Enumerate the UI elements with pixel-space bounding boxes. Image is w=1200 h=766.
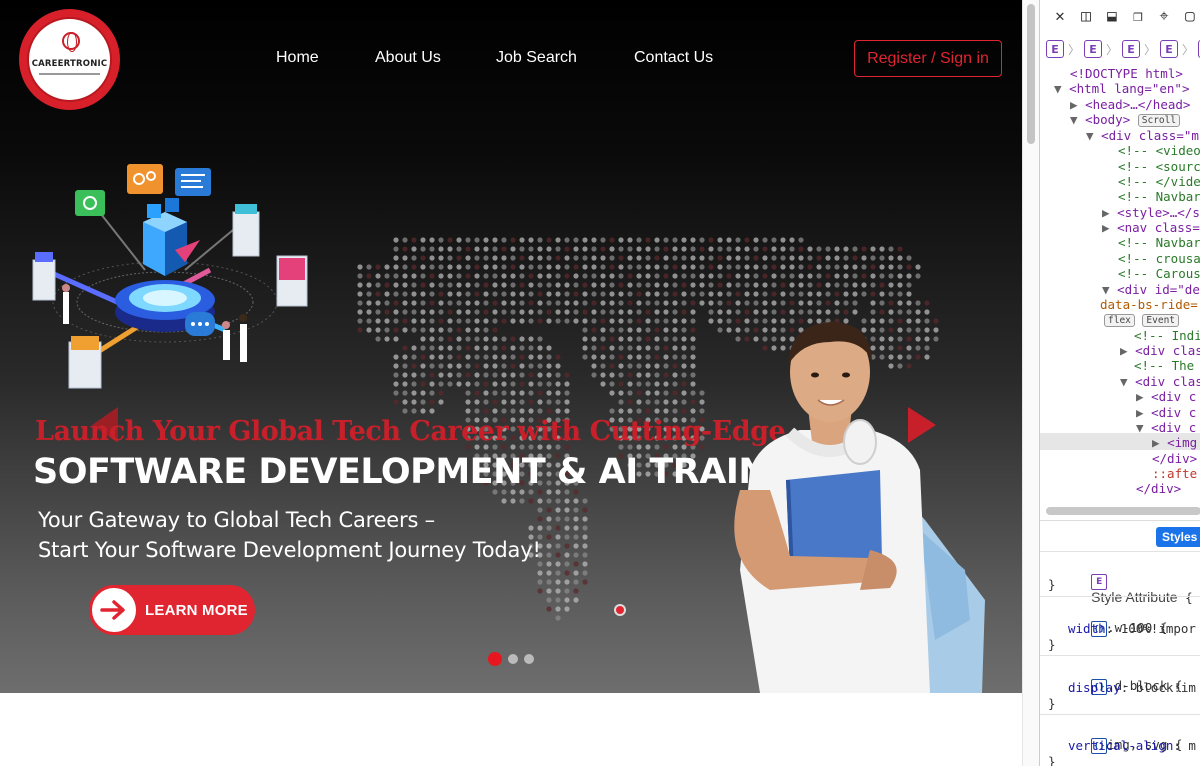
- close-icon[interactable]: ✕: [1050, 8, 1070, 24]
- hero-headline-top: Launch Your Global Tech Career with Cutt…: [35, 416, 786, 447]
- learn-more-button[interactable]: LEARN MORE: [89, 585, 255, 635]
- breadcrumb-element[interactable]: E: [1160, 40, 1178, 58]
- dom-comment[interactable]: <!-- Navbar: [1118, 235, 1200, 250]
- rule-divider: [1040, 596, 1200, 597]
- logo-badge: CAREERTRONIC: [27, 17, 112, 102]
- device-icon[interactable]: ▢: [1180, 8, 1200, 24]
- tab-styles[interactable]: Styles: [1156, 527, 1200, 547]
- dom-tree-hscrollbar[interactable]: [1046, 507, 1200, 515]
- dom-comment[interactable]: <!-- Carous: [1118, 266, 1200, 281]
- breadcrumb-element[interactable]: E: [1046, 40, 1064, 58]
- dom-node[interactable]: ▼ <div clas: [1120, 374, 1200, 389]
- panel-divider[interactable]: [1040, 520, 1200, 521]
- dock-left-icon[interactable]: ◫: [1076, 8, 1096, 24]
- dom-node[interactable]: ▼ <div c: [1136, 420, 1196, 435]
- page-scrollbar[interactable]: [1022, 0, 1039, 766]
- logo[interactable]: CAREERTRONIC: [19, 9, 120, 110]
- dock-bottom-icon[interactable]: ⬓: [1102, 8, 1122, 24]
- page-scrollbar-thumb[interactable]: [1027, 4, 1035, 144]
- style-declaration[interactable]: vertical-align: m: [1068, 738, 1196, 753]
- nav-contact-us[interactable]: Contact Us: [634, 49, 713, 67]
- rule-close-brace: }: [1048, 577, 1056, 592]
- map-location-pin: [614, 604, 626, 616]
- rule-close-brace: }: [1048, 696, 1056, 711]
- breadcrumb-element[interactable]: E: [1084, 40, 1102, 58]
- element-icon: E: [1091, 574, 1108, 590]
- undock-icon[interactable]: ❐: [1128, 8, 1148, 24]
- register-signin-button[interactable]: Register / Sign in: [854, 40, 1002, 77]
- dom-node[interactable]: </div>: [1136, 481, 1181, 496]
- dom-node[interactable]: ▶ <div clas: [1120, 343, 1200, 358]
- style-declaration[interactable]: display: block!im: [1068, 680, 1196, 695]
- devtools-breadcrumb: E〉 E〉 E〉 E〉 E: [1040, 36, 1200, 62]
- dom-comment[interactable]: <!-- crousa: [1118, 251, 1200, 266]
- arrow-right-icon: [89, 585, 139, 635]
- nav-about-us[interactable]: About Us: [375, 49, 441, 67]
- style-declaration[interactable]: width: 100%!impor: [1068, 621, 1196, 636]
- hero-subline-2: Start Your Software Development Journey …: [38, 538, 541, 562]
- student-photo: [734, 322, 985, 693]
- nav-job-search[interactable]: Job Search: [496, 49, 577, 67]
- dom-comment[interactable]: <!-- <sourc: [1118, 159, 1200, 174]
- carousel-indicator-2[interactable]: [508, 654, 518, 664]
- devtools-panel: ✕ ◫ ⬓ ❐ ⌖ ▢ E〉 E〉 E〉 E〉 E <!DOCTYPE html…: [1039, 0, 1200, 766]
- hero-subline-1: Your Gateway to Global Tech Careers –: [38, 508, 435, 532]
- dom-node-selected[interactable]: ▶ <img: [1152, 435, 1197, 450]
- dom-comment[interactable]: <!-- Navbar: [1118, 189, 1200, 204]
- dom-comment[interactable]: <!-- Indi: [1134, 328, 1200, 343]
- dom-comment[interactable]: <!-- </vide: [1118, 174, 1200, 189]
- element-picker-icon[interactable]: ⌖: [1154, 8, 1174, 24]
- rule-divider: [1040, 655, 1200, 656]
- dom-attribute[interactable]: data-bs-ride=: [1100, 297, 1198, 312]
- dom-node[interactable]: </div>: [1152, 451, 1197, 466]
- dom-node[interactable]: ▼ <div class="m: [1086, 128, 1199, 143]
- dom-node[interactable]: ▶ <head>…</head>: [1070, 97, 1190, 112]
- dom-node[interactable]: ▶ <nav class=: [1102, 220, 1200, 235]
- carousel-indicator-1[interactable]: [488, 652, 502, 666]
- hero-carousel: CAREERTRONIC Home About Us Job Search Co…: [0, 0, 1022, 693]
- dom-node[interactable]: ▼ <body> Scroll: [1070, 112, 1181, 127]
- dom-comment[interactable]: <!-- <video: [1118, 143, 1200, 158]
- logo-text: CAREERTRONIC: [31, 59, 108, 69]
- rule-divider: [1040, 551, 1200, 552]
- nav-home[interactable]: Home: [276, 49, 319, 67]
- dom-pseudo-element[interactable]: ::afte: [1152, 466, 1197, 481]
- dom-badges: flex Event: [1104, 312, 1180, 327]
- tech-hub-illustration: [32, 164, 308, 389]
- dom-node[interactable]: ▶ <div c: [1136, 389, 1196, 404]
- devtools-toolbar: ✕ ◫ ⬓ ❐ ⌖ ▢: [1040, 0, 1200, 32]
- dom-node[interactable]: <!DOCTYPE html>: [1070, 66, 1183, 81]
- dom-node[interactable]: ▶ <div c: [1136, 405, 1196, 420]
- dom-node[interactable]: ▶ <style>…</s: [1102, 205, 1200, 220]
- logo-tagline-line: [39, 73, 100, 75]
- breadcrumb-element[interactable]: E: [1122, 40, 1140, 58]
- rule-close-brace: }: [1048, 754, 1056, 766]
- carousel-indicator-3[interactable]: [524, 654, 534, 664]
- globe-icon: [62, 32, 80, 52]
- flex-badge[interactable]: flex: [1104, 314, 1135, 327]
- event-badge[interactable]: Event: [1142, 314, 1180, 327]
- dom-node[interactable]: ▼ <html lang="en">: [1054, 81, 1189, 96]
- learn-more-label: LEARN MORE: [145, 601, 248, 619]
- rule-close-brace: }: [1048, 637, 1056, 652]
- scroll-badge: Scroll: [1137, 114, 1181, 127]
- rule-divider: [1040, 714, 1200, 715]
- app-window: CAREERTRONIC Home About Us Job Search Co…: [0, 0, 1200, 766]
- dom-comment[interactable]: <!-- The: [1134, 358, 1194, 373]
- hero-headline-main: SOFTWARE DEVELOPMENT & AI TRAINING: [33, 452, 837, 492]
- website-viewport: CAREERTRONIC Home About Us Job Search Co…: [0, 0, 1022, 766]
- dom-node[interactable]: ▼ <div id="de: [1102, 282, 1200, 297]
